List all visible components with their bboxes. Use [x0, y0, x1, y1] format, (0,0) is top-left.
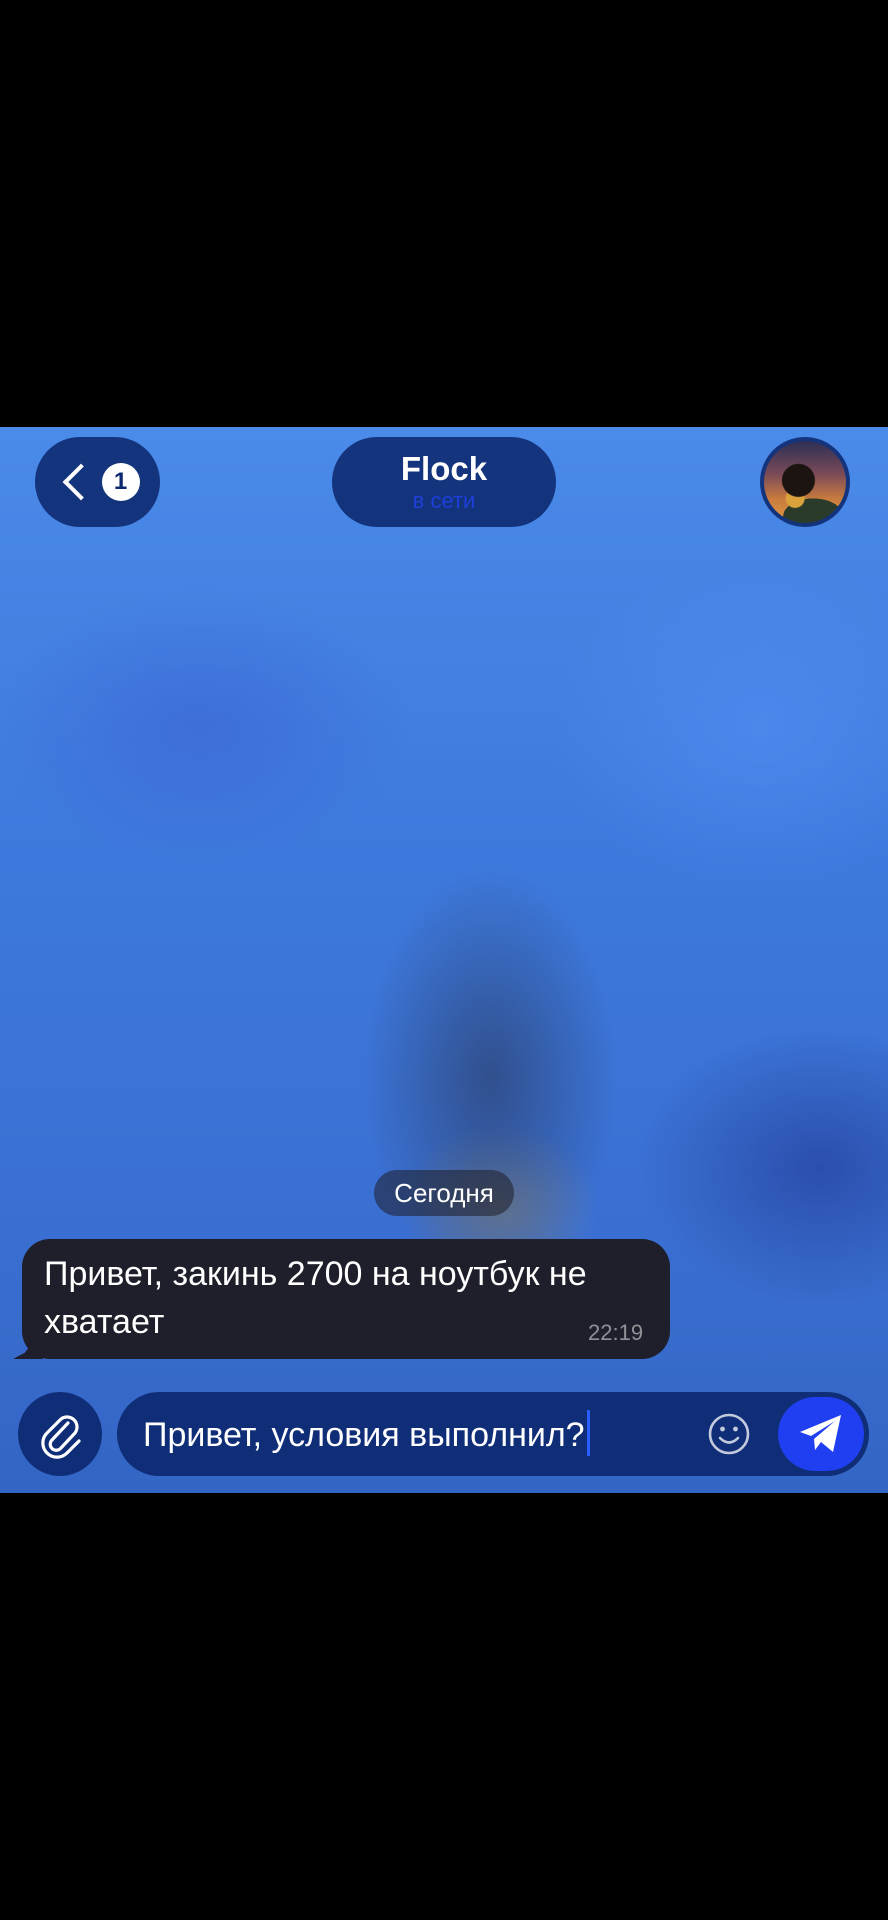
attach-button[interactable] [18, 1392, 102, 1476]
send-button[interactable] [778, 1397, 864, 1471]
avatar[interactable] [760, 437, 850, 527]
back-button[interactable]: 1 [35, 437, 160, 527]
chat-header-title[interactable]: Flock в сети [332, 437, 556, 527]
chevron-left-icon [62, 463, 99, 501]
chat-status: в сети [412, 488, 476, 513]
paperclip-icon [41, 1415, 81, 1459]
message-input-text[interactable]: Привет, условия выполнил? [143, 1410, 590, 1459]
message-input-value: Привет, условия выполнил? [143, 1416, 585, 1454]
date-separator: Сегодня [374, 1170, 514, 1216]
emoji-button[interactable] [706, 1411, 752, 1457]
contact-avatar-image [764, 441, 846, 523]
message-text: Привет, закинь 2700 на ноутбук не хватае… [44, 1255, 587, 1341]
message-time: 22:19 [588, 1320, 644, 1345]
letterbox-bottom [0, 1493, 888, 1920]
chat-title: Flock [400, 450, 488, 487]
smiley-icon [708, 1413, 750, 1455]
letterbox-top [0, 0, 888, 427]
unread-count-badge: 1 [101, 463, 140, 501]
paper-plane-icon [800, 1415, 841, 1452]
text-caret [586, 1410, 590, 1456]
chat-screen: 1 Flock в сети Сегодня Привет, закинь 27… [0, 427, 888, 1493]
